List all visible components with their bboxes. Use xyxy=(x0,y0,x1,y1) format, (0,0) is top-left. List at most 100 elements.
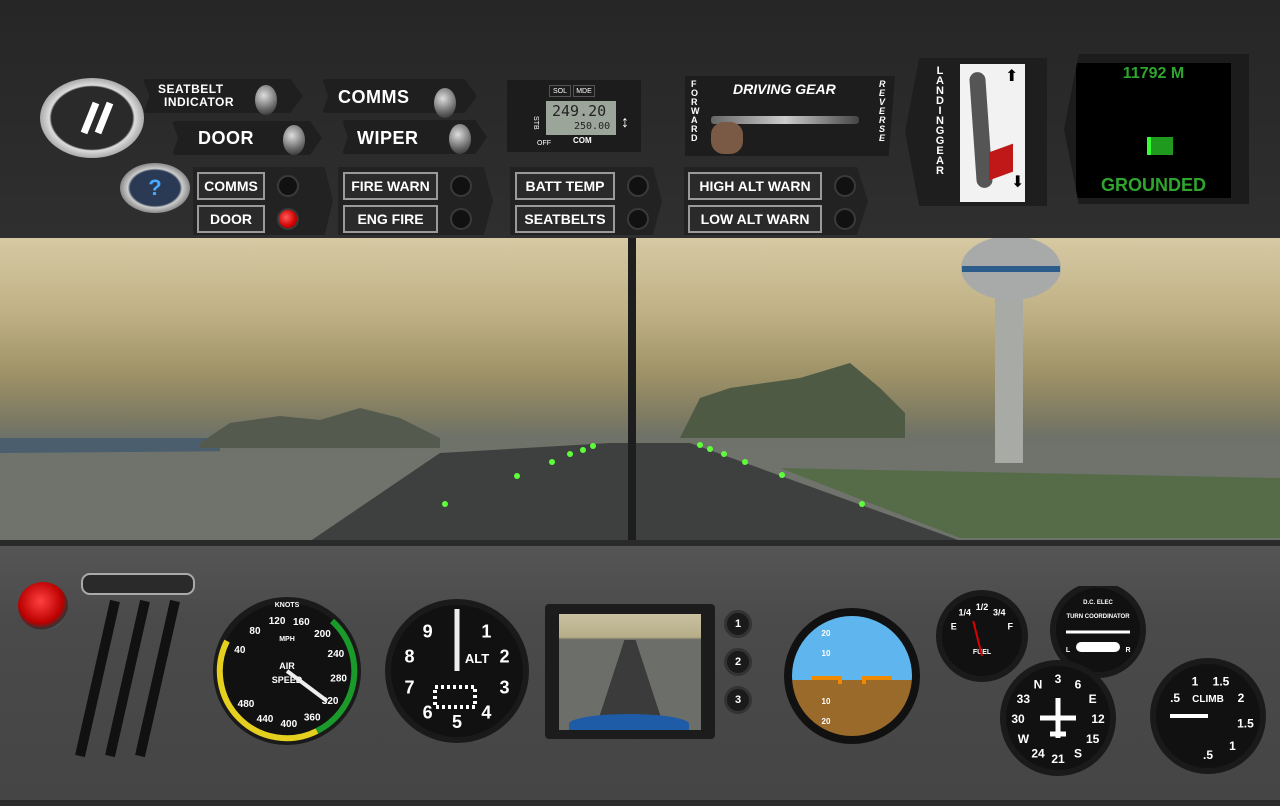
landing-gear-label: LANDING GEAR xyxy=(935,65,945,177)
altimeter-tick-label: 4 xyxy=(481,702,491,722)
heading-tick-label: 15 xyxy=(1086,732,1100,746)
camera-view xyxy=(559,614,701,730)
warning-button-high-alt-warn[interactable]: HIGH ALT WARN xyxy=(688,172,822,200)
warning-lamp xyxy=(277,175,299,197)
pitch-mark-label: 10 xyxy=(822,697,831,706)
warning-button-door[interactable]: DOOR xyxy=(197,205,265,233)
heading-tick-label: 24 xyxy=(1031,747,1045,761)
aircraft-marker-icon xyxy=(1147,137,1173,155)
vsi-tick-label: 1.5 xyxy=(1237,717,1254,731)
camera-button-2[interactable]: 2 xyxy=(724,648,752,676)
fuel-tick-label: 1/2 xyxy=(976,602,989,612)
wiper-toggle[interactable] xyxy=(449,124,471,154)
wiper-switch-label: WIPER xyxy=(357,128,419,148)
vsi-tick-label: 2 xyxy=(1238,691,1245,705)
altimeter-tick-label: 7 xyxy=(404,677,414,697)
off-label: OFF xyxy=(537,140,551,147)
standby-frequency: 250.00 xyxy=(574,121,611,132)
gear-down-arrow-icon: ⬇ xyxy=(1011,174,1025,191)
forward-label: FORWARD xyxy=(691,79,700,143)
seatbelt-indicator-toggle[interactable] xyxy=(255,85,277,115)
airspeed-tick-label: 80 xyxy=(249,626,261,637)
altimeter-label: ALT xyxy=(465,651,489,666)
help-button[interactable]: ? xyxy=(120,163,190,213)
pitch-mark-label: 20 xyxy=(822,717,831,726)
red-button[interactable] xyxy=(18,582,68,630)
heading-tick-label: N xyxy=(1034,677,1043,691)
turn-coordinator-label: TURN COORDINATOR xyxy=(1066,614,1130,620)
airspeed-tick-label: 440 xyxy=(257,714,274,725)
warning-button-eng-fire[interactable]: ENG FIRE xyxy=(343,205,438,233)
driving-gear-handle[interactable] xyxy=(711,122,743,154)
throttle-levers[interactable] xyxy=(70,566,200,766)
airspeed-tick-label: 280 xyxy=(330,673,347,684)
comms-switch-label: COMMS xyxy=(338,87,410,107)
warning-button-fire-warn[interactable]: FIRE WARN xyxy=(343,172,438,200)
radio-panel: SOL MDE 249.20 250.00 STB ↕ OFF COM xyxy=(507,80,641,152)
pause-icon xyxy=(80,101,114,135)
airspeed-tick-label: 120 xyxy=(269,616,286,627)
warning-button-low-alt-warn[interactable]: LOW ALT WARN xyxy=(688,205,822,233)
turn-right-label: R xyxy=(1125,647,1130,654)
swap-arrows-icon[interactable]: ↕ xyxy=(621,114,629,132)
airspeed-tick-label: 400 xyxy=(280,719,297,730)
driving-gear-title: DRIVING GEAR xyxy=(733,81,836,97)
warning-button-batt-temp[interactable]: BATT TEMP xyxy=(515,172,615,200)
heading-tick-label: 30 xyxy=(1011,712,1025,726)
driving-gear-panel: DRIVING GEAR FORWARD REVERSE xyxy=(685,76,895,156)
active-frequency: 249.20 xyxy=(552,102,607,120)
heading-tick-label: 21 xyxy=(1051,752,1065,766)
door-switch-label: DOOR xyxy=(198,128,254,148)
vsi-tick-label: .5 xyxy=(1203,748,1213,762)
warning-button-seatbelts[interactable]: SEATBELTS xyxy=(515,205,615,233)
control-tower xyxy=(961,238,1061,463)
altimeter-tick-label: 6 xyxy=(423,702,433,722)
fuel-tick-label: 3/4 xyxy=(993,607,1006,617)
climb-label: CLIMB xyxy=(1192,694,1224,705)
comms-toggle[interactable] xyxy=(434,88,456,118)
seatbelt-label-2: INDICATOR xyxy=(164,95,235,109)
reverse-label: REVERSE xyxy=(879,79,886,143)
top-control-panel: ? SEATBELT INDICATOR DOOR COMMS WIPER SO… xyxy=(0,0,1280,240)
airspeed-unit-label: KNOTS xyxy=(275,602,300,609)
stb-button[interactable]: STB xyxy=(532,116,539,130)
airspeed-tick-label: 360 xyxy=(304,712,321,723)
right-mountains xyxy=(680,363,905,438)
camera-monitor xyxy=(545,604,715,739)
pitch-mark-label: 20 xyxy=(822,629,831,638)
vsi-tick-label: .5 xyxy=(1170,691,1180,705)
gear-up-arrow-icon: ⬆ xyxy=(1005,68,1019,85)
altimeter-tick-label: 5 xyxy=(452,712,462,732)
camera-button-3[interactable]: 3 xyxy=(724,686,752,714)
fuel-tick-label: F xyxy=(1007,622,1013,632)
heading-tick-label: E xyxy=(1089,692,1097,706)
camera-button-1[interactable]: 1 xyxy=(724,610,752,638)
pause-button[interactable] xyxy=(40,78,144,158)
heading-tick-label: 6 xyxy=(1075,677,1082,691)
seatbelt-label-1: SEATBELT xyxy=(158,82,224,96)
warning-button-comms[interactable]: COMMS xyxy=(197,172,265,200)
vsi-tick-label: 1 xyxy=(1192,674,1199,688)
door-toggle[interactable] xyxy=(283,125,305,155)
warning-lamp xyxy=(627,208,649,230)
altimeter-tick-label: 1 xyxy=(481,622,491,642)
airspeed-mph-label: MPH xyxy=(279,636,295,643)
windshield-divider xyxy=(628,238,636,548)
instrument-dashboard: 40 80 120 160 200 240 280 320 360 400 440 480 KNOTS A… xyxy=(0,540,1280,800)
turn-left-label: L xyxy=(1066,647,1071,654)
grounded-status: GROUNDED xyxy=(1100,175,1206,195)
pitch-mark-label: 10 xyxy=(822,649,831,658)
mde-button[interactable]: MDE xyxy=(573,85,595,97)
radio-lcd: 249.20 250.00 xyxy=(546,101,616,135)
heading-tick-label: 33 xyxy=(1017,692,1031,706)
warning-lamp xyxy=(834,208,856,230)
airspeed-tick-label: 480 xyxy=(238,699,255,710)
heading-tick-label: 3 xyxy=(1055,672,1062,686)
turn-top-label: D.C. ELEC xyxy=(1083,600,1113,606)
altimeter-tick-label: 9 xyxy=(423,622,433,642)
com-label: COM xyxy=(573,136,592,145)
airspeed-tick-label: 240 xyxy=(328,649,345,660)
heading-tick-label: W xyxy=(1018,732,1030,746)
sol-button[interactable]: SOL xyxy=(549,85,571,97)
status-screen: 11792 M GROUNDED xyxy=(1076,63,1231,198)
